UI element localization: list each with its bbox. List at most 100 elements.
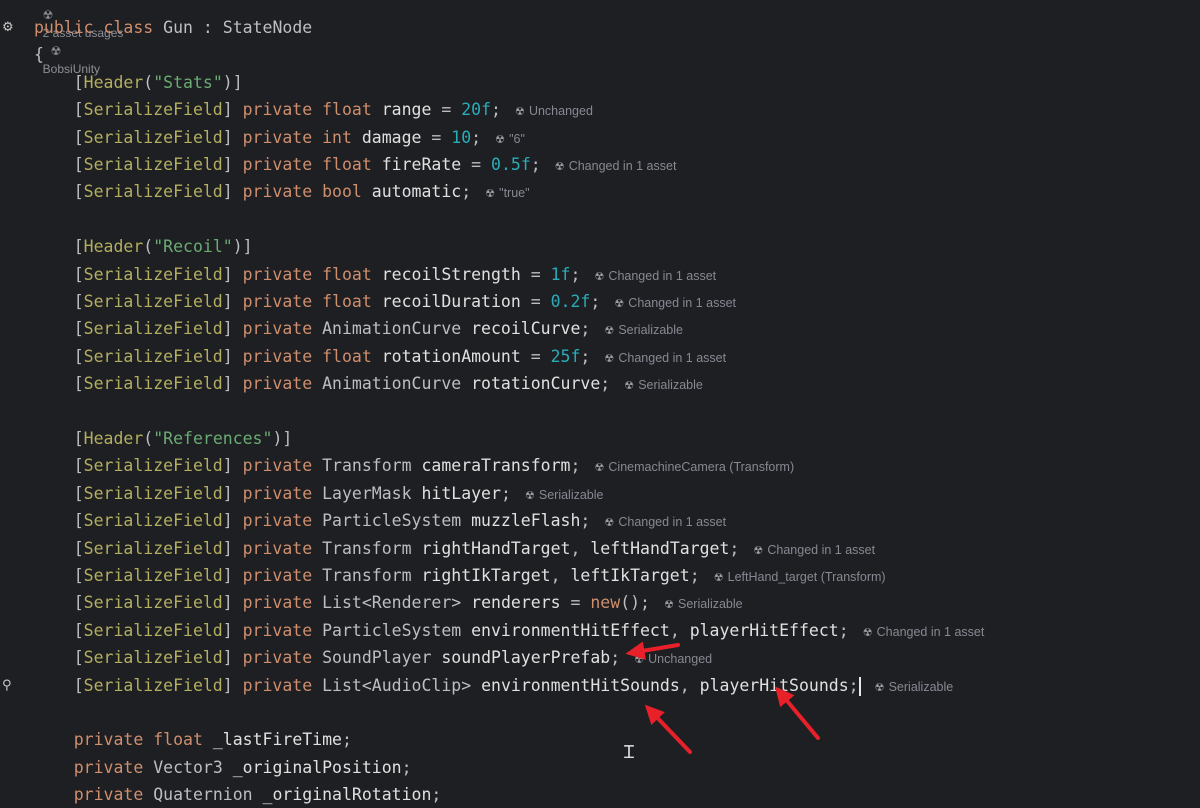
unity-asset-icon: ☢ xyxy=(664,599,674,612)
code-line[interactable]: [Header("Stats")] xyxy=(34,69,243,96)
inlay-hint-text: Changed in 1 asset xyxy=(767,542,876,557)
code-text: [SerializeField] private SoundPlayer sou… xyxy=(34,648,621,668)
inlay-hint[interactable]: ☢ Changed in 1 asset xyxy=(604,351,726,365)
code-text: [SerializeField] private LayerMask hitLa… xyxy=(34,483,511,503)
text-cursor-icon: Ɪ xyxy=(624,742,635,763)
code-line[interactable]: [SerializeField] private float recoilStr… xyxy=(34,261,716,288)
code-line[interactable]: [SerializeField] private float fireRate … xyxy=(34,151,677,178)
code-text: [Header("Stats")] xyxy=(34,72,243,92)
inlay-hint[interactable]: ☢ Unchanged xyxy=(515,104,593,118)
unity-asset-icon: ☢ xyxy=(862,626,873,639)
unity-asset-icon: ☢ xyxy=(614,298,625,310)
gear-override-icon[interactable]: ⚙ xyxy=(2,20,14,35)
inlay-hint[interactable]: ☢ Changed in 1 asset xyxy=(863,625,985,639)
code-line[interactable]: private Vector3 _originalPosition; xyxy=(34,754,412,781)
unity-asset-icon: ☢ xyxy=(594,462,605,475)
inlay-hint-text: Serializable xyxy=(618,323,683,338)
code-line[interactable]: [SerializeField] private bool automatic;… xyxy=(34,178,530,205)
code-line[interactable]: private Quaternion _originalRotation; xyxy=(34,781,442,808)
inlay-hint[interactable]: ☢ Changed in 1 asset xyxy=(753,543,875,557)
inlay-hint-text: Changed in 1 asset xyxy=(628,296,737,310)
inlay-hint[interactable]: ☢ Serializable xyxy=(875,680,954,694)
text-caret xyxy=(858,676,861,696)
code-line[interactable]: [Header("References")] xyxy=(34,425,293,452)
code-text: [SerializeField] private float recoilStr… xyxy=(34,264,581,284)
code-text: private float _lastFireTime; xyxy=(73,730,352,750)
inlay-hint[interactable]: ☢ Serializable xyxy=(525,488,604,502)
inlay-hint-text: Serializable xyxy=(888,679,954,694)
unity-asset-icon: ☢ xyxy=(713,572,724,584)
unity-asset-icon[interactable]: ⚲ xyxy=(2,678,12,693)
inlay-hint[interactable]: ☢ Changed in 1 asset xyxy=(555,159,677,173)
unity-asset-icon: ☢ xyxy=(604,517,615,530)
code-text: [SerializeField] private float fireRate … xyxy=(34,155,541,174)
code-line[interactable]: [SerializeField] private SoundPlayer sou… xyxy=(34,644,712,671)
inlay-hint-text: Changed in 1 asset xyxy=(568,159,677,173)
code-line[interactable]: [SerializeField] private ParticleSystem … xyxy=(34,617,985,644)
code-line[interactable]: [SerializeField] private float recoilDur… xyxy=(34,288,736,315)
unity-asset-icon: ☢ xyxy=(524,489,535,502)
unity-asset-icon: ☢ xyxy=(604,325,615,338)
code-text: [Header("Recoil")] xyxy=(34,237,253,257)
code-line[interactable]: [SerializeField] private int damage = 10… xyxy=(34,124,525,151)
code-line[interactable]: [SerializeField] private List<AudioClip>… xyxy=(34,672,953,699)
inlay-hint[interactable]: ☢ Unchanged xyxy=(634,652,712,666)
unity-asset-icon: ☢ xyxy=(594,270,605,283)
code-text: [SerializeField] private ParticleSystem … xyxy=(34,511,591,531)
unity-asset-icon: ☢ xyxy=(874,681,885,694)
inlay-hint[interactable]: ☢ Serializable xyxy=(604,323,683,337)
code-text: [SerializeField] private List<Renderer> … xyxy=(34,593,650,613)
inlay-hint[interactable]: ☢ Serializable xyxy=(624,378,703,392)
inlay-hint-text: Unchanged xyxy=(528,104,593,119)
code-text: [SerializeField] private Transform camer… xyxy=(34,456,581,476)
inlay-hint[interactable]: ☢ Changed in 1 asset xyxy=(604,515,726,529)
code-text: private Quaternion _originalRotation; xyxy=(73,785,442,805)
code-line[interactable]: [SerializeField] private ParticleSystem … xyxy=(34,507,726,534)
code-line[interactable]: [Header("Recoil")] xyxy=(34,233,253,260)
unity-asset-icon: ☢ xyxy=(624,380,635,393)
code-line[interactable]: private float _lastFireTime; xyxy=(34,726,352,753)
inlay-hint[interactable]: ☢ "6" xyxy=(495,132,525,146)
code-line[interactable]: [SerializeField] private AnimationCurve … xyxy=(34,315,683,342)
code-editor[interactable]: public class Gun : StateNode { [Header("S… xyxy=(0,0,1200,804)
unity-asset-icon: ☢ xyxy=(485,188,496,201)
code-line[interactable]: [SerializeField] private float range = 2… xyxy=(34,96,593,123)
code-text: [SerializeField] private float recoilDur… xyxy=(34,292,601,311)
code-text: { xyxy=(34,45,44,65)
inlay-hint[interactable]: ☢ LeftHand_target (Transform) xyxy=(714,570,886,584)
unity-asset-icon: ☢ xyxy=(515,106,525,119)
unity-asset-icon: ☢ xyxy=(753,544,764,557)
unity-asset-icon: ☢ xyxy=(604,352,615,365)
code-line[interactable]: [SerializeField] private LayerMask hitLa… xyxy=(34,480,604,507)
inlay-hint[interactable]: ☢ CinemachineCamera (Transform) xyxy=(594,460,794,474)
unity-asset-icon: ☢ xyxy=(634,654,645,667)
inlay-hint-text: Changed in 1 asset xyxy=(618,350,727,365)
code-line[interactable]: public class Gun : StateNode xyxy=(34,14,312,41)
code-line[interactable]: [SerializeField] private Transform camer… xyxy=(34,452,794,479)
inlay-hint[interactable]: ☢ Changed in 1 asset xyxy=(614,296,736,310)
code-text: [SerializeField] private Transform right… xyxy=(34,538,740,558)
code-line[interactable]: [SerializeField] private AnimationCurve … xyxy=(34,370,703,397)
code-line[interactable]: [SerializeField] private float rotationA… xyxy=(34,343,726,370)
inlay-hint-text: Serializable xyxy=(638,378,703,393)
code-line[interactable]: [SerializeField] private Transform right… xyxy=(34,562,886,589)
unity-asset-icon: ☢ xyxy=(554,161,565,173)
inlay-hint[interactable]: ☢ Serializable xyxy=(664,597,743,611)
inlay-hint-text: Changed in 1 asset xyxy=(876,624,985,639)
code-line[interactable]: [SerializeField] private Transform right… xyxy=(34,535,875,562)
inlay-hint-text: LeftHand_target (Transform) xyxy=(727,570,886,584)
code-text: [SerializeField] private int damage = 10… xyxy=(34,127,482,147)
code-line[interactable]: [SerializeField] private List<Renderer> … xyxy=(34,589,743,616)
inlay-hint-text: Unchanged xyxy=(648,652,713,667)
inlay-hint-text: Changed in 1 asset xyxy=(618,515,727,530)
inlay-hint[interactable]: ☢ Changed in 1 asset xyxy=(594,269,716,283)
code-text: [SerializeField] private float rotationA… xyxy=(34,346,591,366)
inlay-hint-text: "true" xyxy=(499,186,530,201)
inlay-hint-text: Serializable xyxy=(538,487,604,502)
code-line[interactable]: { xyxy=(34,41,44,68)
code-text: [SerializeField] private AnimationCurve … xyxy=(34,319,591,339)
code-text: [SerializeField] private float range = 2… xyxy=(34,100,501,120)
code-text: [SerializeField] private Transform right… xyxy=(34,566,700,585)
inlay-hint[interactable]: ☢ "true" xyxy=(485,186,529,200)
inlay-hint-text: Changed in 1 asset xyxy=(608,268,717,283)
